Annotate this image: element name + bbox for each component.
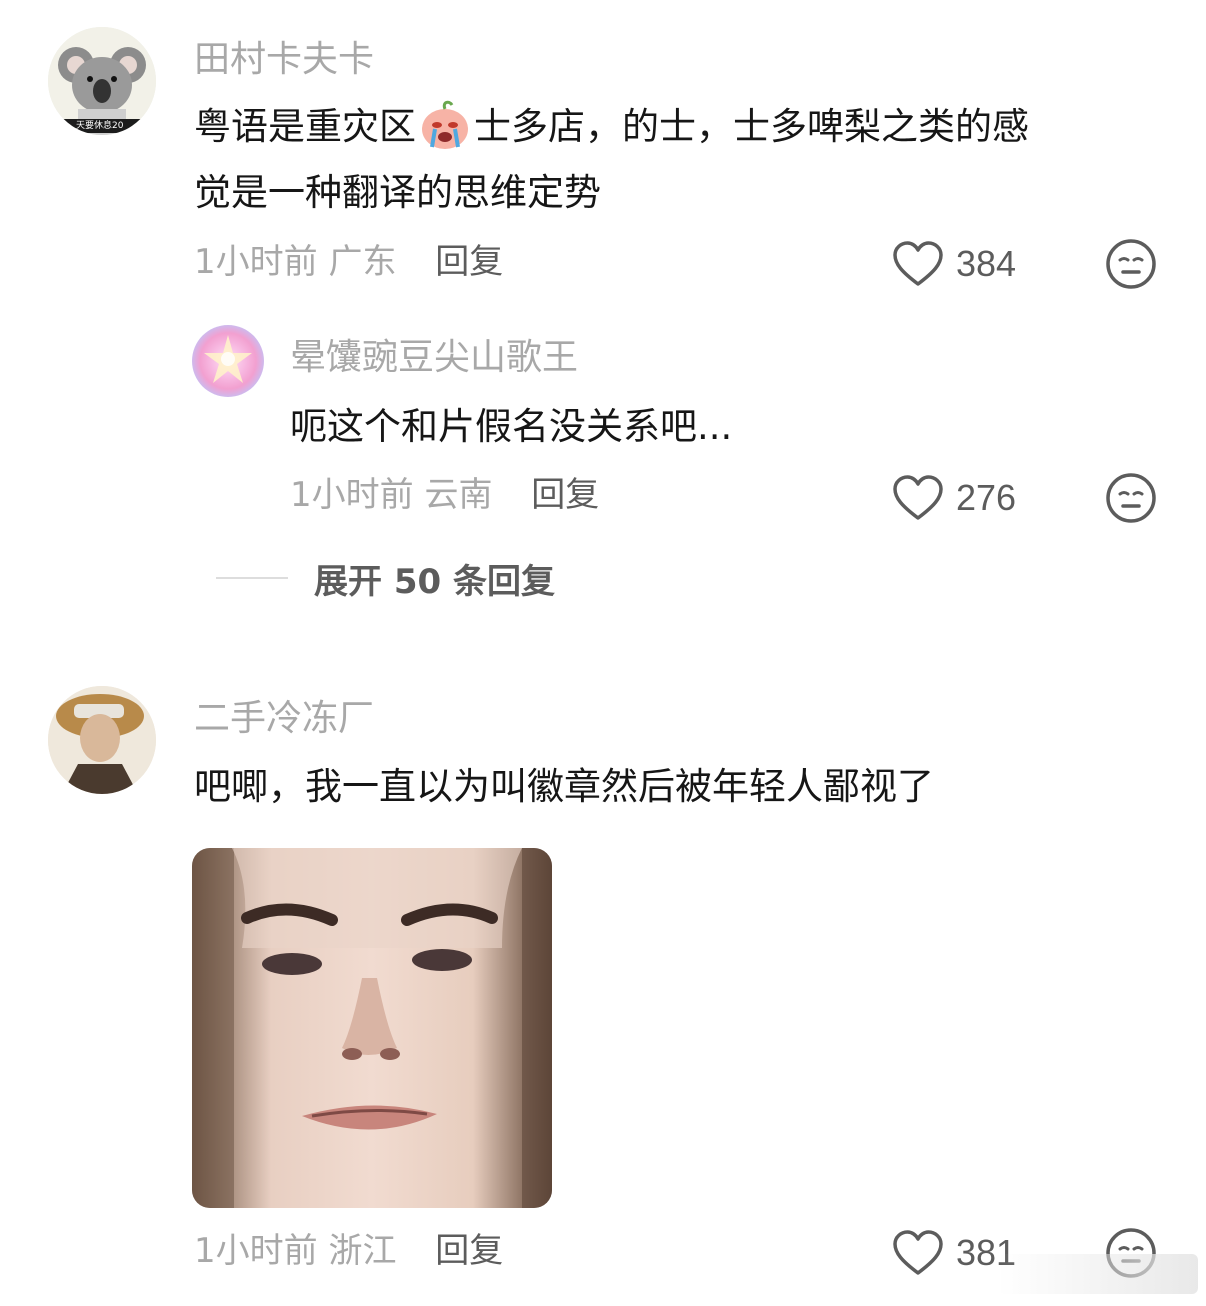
comment-text-line-1: 粤语是重灾区 士多店，的士，士多啤梨之类的感 bbox=[194, 94, 1029, 160]
man-avatar-image bbox=[48, 686, 156, 794]
reply-button[interactable]: 回复 bbox=[531, 475, 599, 515]
reply-button[interactable]: 回复 bbox=[435, 242, 503, 282]
meh-face-icon[interactable] bbox=[1105, 472, 1157, 524]
comment-text-segment: 粤语是重灾区 bbox=[194, 105, 416, 148]
heart-outline-icon bbox=[893, 1230, 943, 1275]
location: 浙江 bbox=[328, 1231, 397, 1271]
avatar[interactable]: 天要休息20 bbox=[48, 27, 156, 135]
location: 广东 bbox=[328, 242, 397, 282]
avatar[interactable] bbox=[48, 686, 156, 794]
heart-outline-icon bbox=[893, 475, 943, 520]
meh-face-icon[interactable] bbox=[1105, 238, 1157, 290]
timestamp: 1小时前 bbox=[194, 1231, 318, 1271]
star-avatar-image bbox=[204, 335, 252, 383]
location: 云南 bbox=[424, 475, 493, 515]
divider bbox=[216, 577, 288, 579]
like-count: 384 bbox=[956, 243, 1017, 284]
comment-image[interactable] bbox=[192, 848, 552, 1208]
expand-replies-button[interactable]: 展开 50 条回复 bbox=[216, 556, 555, 602]
like-count: 276 bbox=[956, 477, 1017, 518]
username[interactable]: 二手冷冻厂 bbox=[194, 697, 374, 741]
face-photo bbox=[192, 848, 552, 1208]
comment-meta: 1小时前 浙江 回复 bbox=[194, 1229, 503, 1273]
timestamp: 1小时前 bbox=[290, 475, 414, 515]
comment-text: 呃这个和片假名没关系吧... bbox=[290, 405, 733, 448]
crying-peach-emoji-icon bbox=[422, 100, 468, 149]
like-button[interactable]: 384 bbox=[892, 238, 1016, 290]
timestamp: 1小时前 bbox=[194, 242, 318, 282]
username[interactable]: 田村卡夫卡 bbox=[194, 38, 374, 82]
comment-text-line-2: 觉是一种翻译的思维定势 bbox=[194, 171, 601, 214]
comment-text: 吧唧，我一直以为叫徽章然后被年轻人鄙视了 bbox=[194, 765, 934, 808]
comment-meta: 1小时前 云南 回复 bbox=[290, 473, 599, 517]
comment-text-segment: 士多店，的士，士多啤梨之类的感 bbox=[474, 105, 1029, 148]
heart-outline-icon bbox=[893, 241, 943, 286]
comment-meta: 1小时前 广东 回复 bbox=[194, 240, 503, 284]
reply-button[interactable]: 回复 bbox=[435, 1231, 503, 1271]
like-button[interactable]: 276 bbox=[892, 472, 1016, 524]
watermark bbox=[998, 1254, 1198, 1294]
expand-replies-label: 展开 50 条回复 bbox=[314, 561, 555, 602]
avatar-badge-text: 天要休息20 bbox=[76, 121, 124, 131]
avatar[interactable] bbox=[192, 325, 264, 397]
username[interactable]: 晕馕豌豆尖山歌王 bbox=[290, 336, 578, 380]
